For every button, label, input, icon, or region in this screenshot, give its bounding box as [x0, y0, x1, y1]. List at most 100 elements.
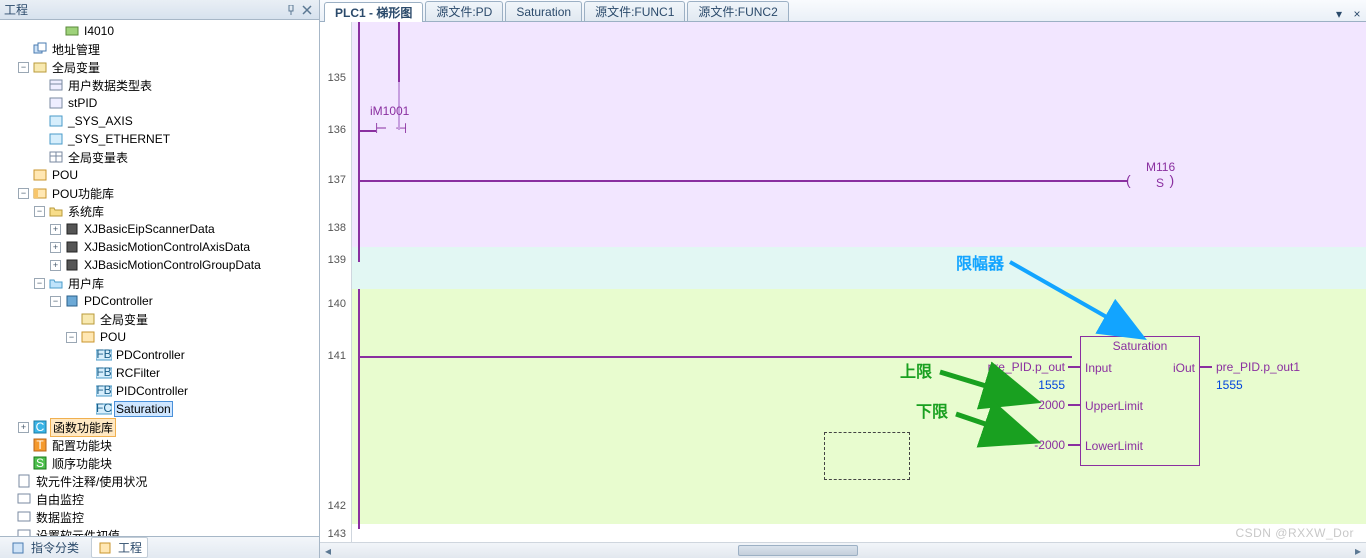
tab-func2[interactable]: 源文件:FUNC2	[687, 1, 788, 21]
svg-text:FB: FB	[96, 385, 111, 397]
svg-text:C: C	[36, 420, 45, 434]
tree-item-saturation[interactable]: FCSaturation	[2, 400, 319, 418]
tabs-close-icon[interactable]: ×	[1348, 7, 1366, 21]
tree-item[interactable]: 软元件注释/使用状况	[2, 472, 319, 490]
folder-icon	[48, 275, 64, 291]
tree-item[interactable]: FBRCFilter	[2, 364, 319, 382]
expander-icon[interactable]: −	[50, 296, 61, 307]
tree-item[interactable]: T配置功能块	[2, 436, 319, 454]
panel-footer: 指令分类 工程	[0, 536, 319, 558]
module-icon	[64, 23, 80, 39]
tree-item[interactable]: _SYS_AXIS	[2, 112, 319, 130]
block-icon	[64, 221, 80, 237]
project-icon	[97, 540, 113, 556]
svg-text:FC: FC	[96, 403, 112, 415]
expander-icon[interactable]: +	[50, 260, 61, 271]
expander-icon[interactable]: −	[66, 332, 77, 343]
tree-item[interactable]: 自由监控	[2, 490, 319, 508]
expander-icon[interactable]: −	[34, 206, 45, 217]
tree-item[interactable]: +C函数功能库	[2, 418, 319, 436]
block-icon	[64, 239, 80, 255]
fb-icon: FB	[96, 365, 112, 381]
expander-icon[interactable]: −	[18, 188, 29, 199]
globals-icon	[32, 59, 48, 75]
tree-item[interactable]: 全局变量	[2, 310, 319, 328]
scroll-thumb[interactable]	[738, 545, 858, 556]
tree-item[interactable]: −用户库	[2, 274, 319, 292]
tab-func1[interactable]: 源文件:FUNC1	[584, 1, 685, 21]
hscrollbar[interactable]: ◂ ▸	[320, 542, 1366, 558]
tree-item[interactable]: POU	[2, 166, 319, 184]
footer-tab-project[interactable]: 工程	[91, 537, 148, 558]
tree-item[interactable]: 用户数据类型表	[2, 76, 319, 94]
block-icon	[64, 293, 80, 309]
expander-icon[interactable]: +	[18, 422, 29, 433]
tree-item[interactable]: −系统库	[2, 202, 319, 220]
monitor-icon	[16, 509, 32, 525]
pou-icon	[80, 329, 96, 345]
tree-item[interactable]: −PDController	[2, 292, 319, 310]
globals-icon	[80, 311, 96, 327]
tree-item[interactable]: +XJBasicMotionControlAxisData	[2, 238, 319, 256]
annotation-arrows	[320, 22, 1360, 542]
folder-icon	[48, 203, 64, 219]
expander-icon[interactable]: +	[50, 242, 61, 253]
tree-item[interactable]: −POU	[2, 328, 319, 346]
tabs-menu-icon[interactable]: ▾	[1330, 7, 1348, 21]
tree-item[interactable]: _SYS_ETHERNET	[2, 130, 319, 148]
init-icon	[16, 527, 32, 536]
t-badge-icon: T	[32, 437, 48, 453]
close-icon[interactable]	[299, 2, 315, 18]
block-icon	[64, 257, 80, 273]
tree-item[interactable]: −全局变量	[2, 58, 319, 76]
tab-pd[interactable]: 源文件:PD	[425, 1, 503, 21]
addr-icon	[32, 41, 48, 57]
table-icon	[48, 149, 64, 165]
tree-item[interactable]: FBPIDController	[2, 382, 319, 400]
tree-item[interactable]: 地址管理	[2, 40, 319, 58]
svg-text:FB: FB	[96, 367, 111, 379]
panel-header: 工程	[0, 0, 319, 20]
editor-tabs: PLC1 - 梯形图 源文件:PD Saturation 源文件:FUNC1 源…	[320, 0, 1366, 22]
project-tree[interactable]: I4010 地址管理 −全局变量 用户数据类型表 stPID _SYS_AXIS…	[0, 20, 319, 536]
pou-icon	[32, 167, 48, 183]
doc-icon	[16, 473, 32, 489]
fb-icon: FB	[96, 383, 112, 399]
tree-item[interactable]: 数据监控	[2, 508, 319, 526]
tree-item[interactable]: stPID	[2, 94, 319, 112]
tree-item[interactable]: +XJBasicMotionControlGroupData	[2, 256, 319, 274]
lib-icon	[32, 185, 48, 201]
tree-item[interactable]: S顺序功能块	[2, 454, 319, 472]
pin-icon[interactable]	[283, 2, 299, 18]
ladder-canvas[interactable]: 135 136 137 138 139 140 141 142 143 ⊢ ⊣ …	[320, 22, 1366, 558]
sysvar-icon	[48, 131, 64, 147]
tree-item[interactable]: 全局变量表	[2, 148, 319, 166]
s-badge-icon: S	[32, 455, 48, 471]
list-icon	[10, 540, 26, 556]
expander-icon[interactable]: −	[18, 62, 29, 73]
scroll-left-icon[interactable]: ◂	[320, 543, 336, 558]
footer-tab-cmd[interactable]: 指令分类	[4, 537, 85, 558]
svg-text:T: T	[36, 438, 44, 452]
monitor-icon	[16, 491, 32, 507]
expander-icon[interactable]: −	[34, 278, 45, 289]
tree-item[interactable]: I4010	[2, 22, 319, 40]
watermark: CSDN @RXXW_Dor	[1235, 526, 1354, 540]
datatype-icon	[48, 77, 64, 93]
scroll-right-icon[interactable]: ▸	[1350, 543, 1366, 558]
tree-item[interactable]: +XJBasicEipScannerData	[2, 220, 319, 238]
expander-icon[interactable]: +	[50, 224, 61, 235]
svg-text:FB: FB	[96, 349, 111, 361]
c-badge-icon: C	[32, 419, 48, 435]
panel-title: 工程	[4, 1, 283, 18]
svg-text:S: S	[36, 456, 44, 470]
fb-icon: FB	[96, 347, 112, 363]
sysvar-icon	[48, 113, 64, 129]
tab-saturation[interactable]: Saturation	[505, 1, 582, 21]
tab-ladder[interactable]: PLC1 - 梯形图	[324, 2, 423, 22]
tree-item[interactable]: FBPDController	[2, 346, 319, 364]
struct-icon	[48, 95, 64, 111]
tree-item[interactable]: −POU功能库	[2, 184, 319, 202]
fc-icon: FC	[96, 401, 112, 417]
tree-item[interactable]: 设置软元件初值	[2, 526, 319, 536]
